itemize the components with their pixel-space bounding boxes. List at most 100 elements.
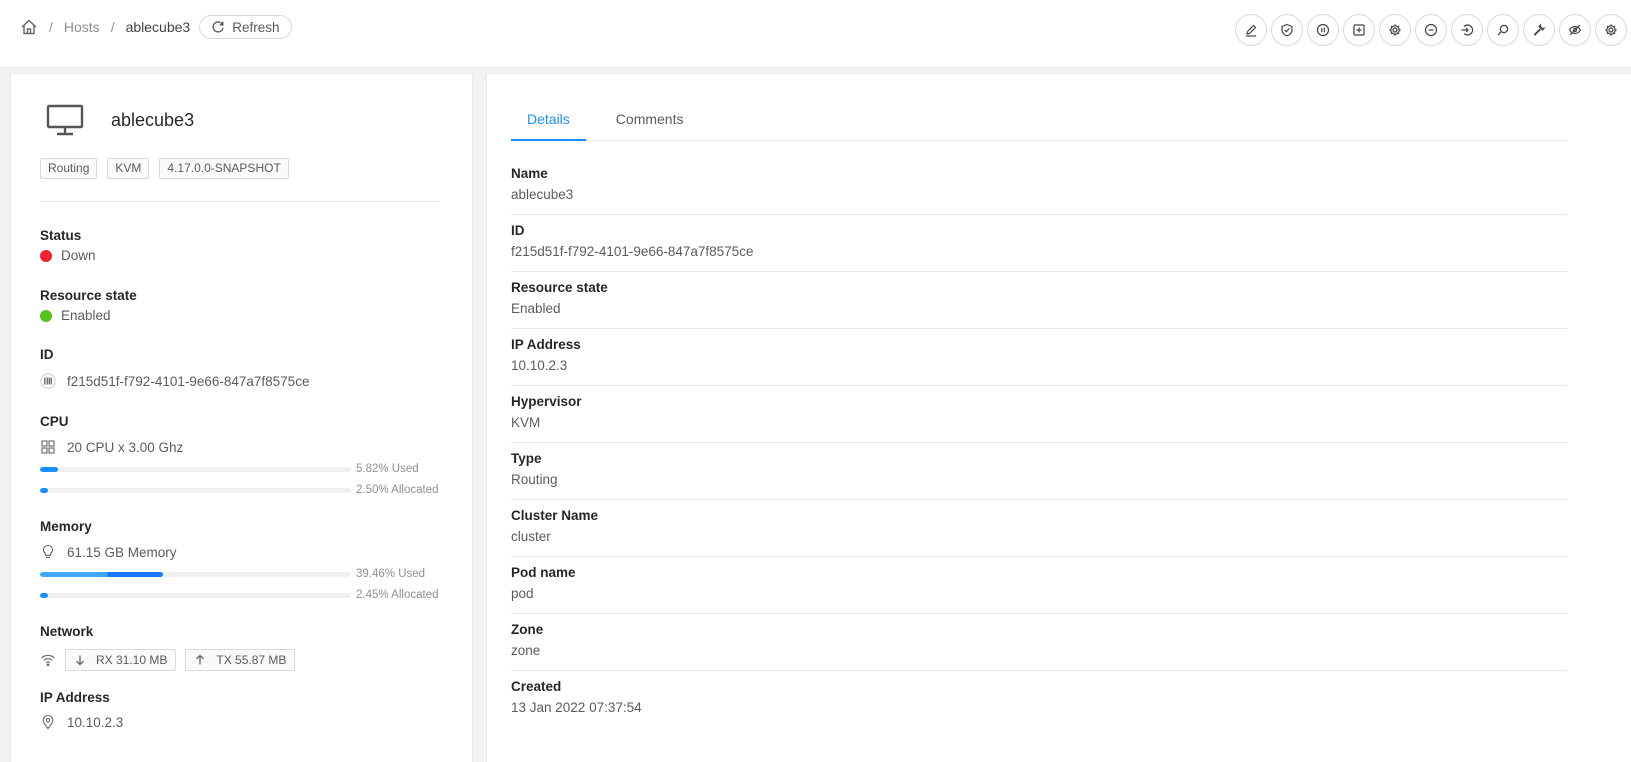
rx-text: RX 31.10 MB <box>96 653 168 667</box>
barcode-icon[interactable] <box>40 373 56 389</box>
detail-row-hypervisor: Hypervisor KVM <box>511 386 1567 443</box>
host-summary-card: ablecube3 Routing KVM 4.17.0.0-SNAPSHOT … <box>10 73 473 762</box>
page-header: / Hosts / ablecube3 Refresh <box>0 0 1631 68</box>
remove-button[interactable] <box>1415 14 1447 46</box>
breadcrumb-separator: / <box>110 19 115 35</box>
add-button[interactable] <box>1343 14 1375 46</box>
detail-key: Created <box>511 679 562 694</box>
resource-state-value: Enabled <box>40 308 111 323</box>
detail-value: cluster <box>511 529 551 544</box>
detail-row-zone: Zone zone <box>511 614 1567 671</box>
arrow-down-icon <box>76 655 84 666</box>
status-dot <box>40 249 52 262</box>
edit-button[interactable] <box>1235 14 1267 46</box>
memory-text: 61.15 GB Memory <box>67 544 177 560</box>
environment-icon <box>40 714 56 730</box>
detail-value: zone <box>511 643 541 658</box>
cpu-allocated-fill <box>40 488 48 493</box>
configure-button[interactable] <box>1595 14 1627 46</box>
resource-state-text: Enabled <box>61 308 111 323</box>
arrow-up-icon <box>196 654 205 665</box>
memory-used-label: 39.46% Used <box>356 568 426 580</box>
cpu-allocated-bar <box>40 488 351 493</box>
detail-row-type: Type Routing <box>511 443 1567 500</box>
tab-comments[interactable]: Comments <box>600 99 700 141</box>
shield-icon <box>1281 23 1293 37</box>
reload-icon <box>212 21 224 33</box>
network-label: Network <box>40 624 94 639</box>
tag: Routing <box>40 158 98 179</box>
login-button[interactable] <box>1451 14 1483 46</box>
details-list: Name ablecube3 ID f215d51f-f792-4101-9e66-… <box>511 158 1567 728</box>
detail-value: Routing <box>511 472 558 487</box>
status-text: Down <box>61 248 96 263</box>
edit-icon <box>1246 24 1257 37</box>
status-label: Status <box>40 228 82 243</box>
minus-circle-icon <box>1424 23 1438 37</box>
status-value: Down <box>40 248 96 263</box>
memory-label: Memory <box>40 519 92 534</box>
cpu-used-bar <box>40 467 351 472</box>
detail-row-cluster-name: Cluster Name cluster <box>511 500 1567 557</box>
gear-icon <box>1389 24 1401 36</box>
detail-key: Name <box>511 166 548 181</box>
tag: KVM <box>107 158 150 179</box>
memory-allocated-fill <box>40 593 48 598</box>
security-button[interactable] <box>1271 14 1303 46</box>
tab-bar: Details Comments <box>511 99 1567 141</box>
id-text: f215d51f-f792-4101-9e66-847a7f8575ce <box>67 373 310 389</box>
breadcrumb-hosts-link[interactable]: Hosts <box>64 19 100 35</box>
host-tags: Routing KVM 4.17.0.0-SNAPSHOT <box>40 158 299 179</box>
refresh-button[interactable]: Refresh <box>199 15 293 39</box>
breadcrumb-current: ablecube3 <box>125 19 191 35</box>
pause-icon <box>1316 23 1330 37</box>
network-value: RX 31.10 MB TX 55.87 MB <box>40 649 304 671</box>
detail-value: ablecube3 <box>511 187 574 202</box>
wifi-icon <box>40 652 56 668</box>
settings-button[interactable] <box>1379 14 1411 46</box>
cpu-used-fill <box>40 467 59 472</box>
detail-key: Zone <box>511 622 544 637</box>
ip-address-text: 10.10.2.3 <box>67 714 124 730</box>
id-value: f215d51f-f792-4101-9e66-847a7f8575ce <box>40 373 309 389</box>
action-toolbar <box>1235 14 1631 46</box>
ip-address-value: 10.10.2.3 <box>40 714 123 730</box>
pause-button[interactable] <box>1307 14 1339 46</box>
hide-button[interactable] <box>1559 14 1591 46</box>
detail-row-created: Created 13 Jan 2022 07:37:54 <box>511 671 1567 728</box>
memory-allocated-label: 2.45% Allocated <box>356 589 439 601</box>
detail-key: Resource state <box>511 280 608 295</box>
refresh-label: Refresh <box>232 19 280 35</box>
eye-invisible-icon <box>1568 24 1582 36</box>
detail-key: Cluster Name <box>511 508 599 523</box>
detail-row-id: ID f215d51f-f792-4101-9e66-847a7f8575ce <box>511 215 1567 272</box>
id-label: ID <box>40 347 54 362</box>
search-icon <box>1497 24 1509 36</box>
memory-value: 61.15 GB Memory <box>40 544 177 560</box>
breadcrumb-separator: / <box>49 19 53 35</box>
cpu-used-label: 5.82% Used <box>356 463 419 475</box>
wrench-icon <box>1533 23 1546 36</box>
divider <box>40 201 440 202</box>
detail-key: Type <box>511 451 542 466</box>
memory-allocated-bar <box>40 593 351 598</box>
detail-value: 13 Jan 2022 07:37:54 <box>511 700 642 715</box>
detail-value: f215d51f-f792-4101-9e66-847a7f8575ce <box>511 244 754 259</box>
detail-key: IP Address <box>511 337 581 352</box>
bulb-icon <box>40 544 56 560</box>
host-name: ablecube3 <box>111 110 195 130</box>
tab-details[interactable]: Details <box>511 99 586 141</box>
tools-button[interactable] <box>1523 14 1555 46</box>
tag: 4.17.0.0-SNAPSHOT <box>159 158 289 179</box>
detail-value: pod <box>511 586 534 601</box>
cpu-text: 20 CPU x 3.00 Ghz <box>67 439 184 455</box>
cpu-label: CPU <box>40 414 69 429</box>
search-button[interactable] <box>1487 14 1519 46</box>
tx-text: TX 55.87 MB <box>216 653 287 667</box>
plus-square-icon <box>1353 24 1365 36</box>
resource-state-dot <box>40 309 52 322</box>
rx-badge: RX 31.10 MB <box>65 649 177 671</box>
resource-state-label: Resource state <box>40 288 137 303</box>
home-icon[interactable] <box>20 18 38 36</box>
gear-icon <box>1605 24 1617 36</box>
